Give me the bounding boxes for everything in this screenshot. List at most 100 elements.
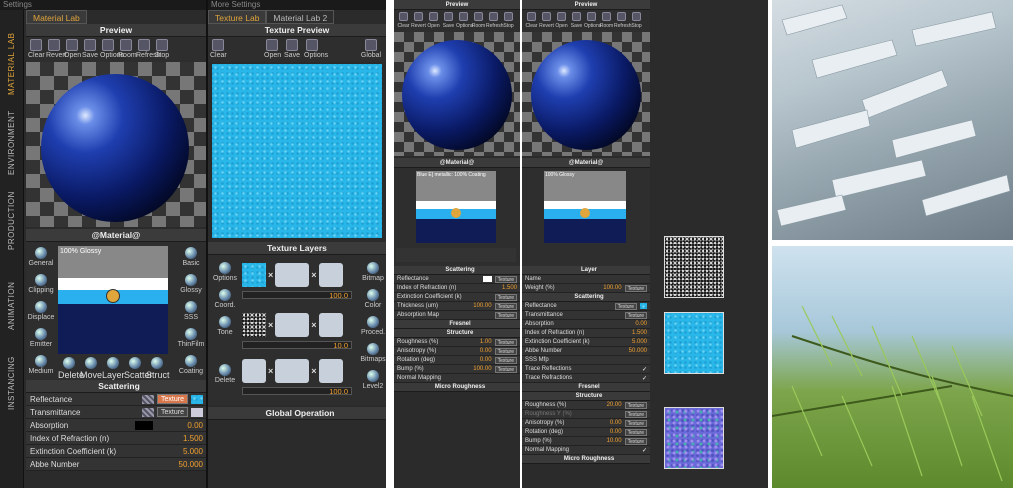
- refresh-button[interactable]: Refresh: [486, 12, 504, 30]
- structure-header[interactable]: Structure: [522, 392, 650, 401]
- options-button[interactable]: Options: [100, 39, 124, 60]
- texture-button[interactable]: Texture: [624, 311, 647, 319]
- texture-button[interactable]: Texture: [624, 419, 647, 427]
- trace-reflections-row[interactable]: Trace Reflections ✓: [522, 365, 650, 374]
- options-icon[interactable]: Options: [210, 262, 240, 288]
- tone-icon[interactable]: Tone: [210, 316, 240, 342]
- texture-button[interactable]: Texture: [494, 302, 517, 310]
- extinction-value[interactable]: 5.000: [156, 447, 206, 456]
- texture-button[interactable]: Texture: [614, 302, 637, 310]
- abbe-value[interactable]: 50.000: [620, 348, 650, 354]
- delete-icon[interactable]: Delete: [210, 364, 240, 390]
- open-button[interactable]: Open: [554, 12, 569, 30]
- clear-button[interactable]: Clear: [28, 39, 45, 60]
- texture-button[interactable]: Texture: [624, 284, 647, 292]
- texture-button[interactable]: Texture: [624, 428, 647, 436]
- vtab-instancing[interactable]: INSTANCING: [7, 356, 16, 410]
- micro-roughness-header[interactable]: Micro Roughness: [522, 455, 650, 464]
- texture-button[interactable]: Texture: [494, 311, 517, 319]
- scattering-header[interactable]: Scattering: [394, 266, 520, 275]
- layer3-op[interactable]: [275, 359, 310, 383]
- texture-button[interactable]: Texture: [494, 293, 517, 301]
- layer1-texture[interactable]: [242, 263, 266, 287]
- save-button[interactable]: Save: [569, 12, 584, 30]
- sss-icon[interactable]: SSS: [176, 301, 206, 327]
- global-button[interactable]: Global: [358, 39, 384, 60]
- vtab-animation[interactable]: ANIMATION: [7, 282, 16, 330]
- room-button[interactable]: Room: [471, 12, 486, 30]
- procedural-icon[interactable]: Proced.: [358, 316, 388, 342]
- coord-icon[interactable]: Coord.: [210, 289, 240, 315]
- micro-roughness-header[interactable]: Micro Roughness: [394, 383, 520, 392]
- global-operation-header[interactable]: Global Operation: [208, 407, 386, 420]
- trace-refractions-row[interactable]: Trace Refractions ✓: [522, 374, 650, 383]
- absorption-value[interactable]: 0.00: [620, 321, 650, 327]
- roughness-value[interactable]: 20.00: [595, 402, 625, 408]
- preview-viewport[interactable]: [394, 32, 520, 156]
- anisotropy-value[interactable]: 0.00: [595, 420, 625, 426]
- weight-value[interactable]: 100.00: [595, 285, 625, 291]
- texture-button[interactable]: Texture: [624, 410, 647, 418]
- bump-value[interactable]: 100.00: [465, 366, 495, 372]
- layer3-slider[interactable]: 100.0: [242, 387, 352, 396]
- texture-button[interactable]: Texture: [624, 401, 647, 409]
- scatter-icon[interactable]: Scatter: [124, 356, 153, 380]
- delete-icon[interactable]: Delete: [58, 356, 84, 380]
- texture-button[interactable]: Texture: [157, 407, 188, 417]
- revert-button[interactable]: Revert: [411, 12, 426, 30]
- glossy-icon[interactable]: Glossy: [176, 274, 206, 300]
- save-button[interactable]: Save: [82, 39, 98, 60]
- medium-icon[interactable]: Medium: [26, 355, 56, 381]
- layer-stack[interactable]: Blue E] metallic: 100% Coating: [416, 171, 496, 243]
- preview-viewport[interactable]: [522, 32, 650, 156]
- level2-icon[interactable]: Level2: [358, 370, 388, 396]
- options-button[interactable]: Options: [584, 12, 601, 30]
- clear-button[interactable]: Clear: [524, 12, 539, 30]
- general-icon[interactable]: General: [26, 247, 56, 273]
- open-button[interactable]: Open: [264, 39, 281, 60]
- move-icon[interactable]: Move: [80, 356, 102, 380]
- rotation-value[interactable]: 0.00: [595, 429, 625, 435]
- refresh-button[interactable]: Refresh: [136, 39, 161, 60]
- revert-button[interactable]: Revert: [46, 39, 67, 60]
- room-button[interactable]: Room: [599, 12, 614, 30]
- roughness-value[interactable]: 1.00: [465, 339, 495, 345]
- check-icon[interactable]: ✓: [642, 375, 650, 382]
- tab-material-lab-2[interactable]: Material Lab 2: [266, 10, 335, 24]
- texture-button[interactable]: Texture: [157, 394, 188, 404]
- revert-button[interactable]: Revert: [539, 12, 554, 30]
- clear-button[interactable]: Clear: [396, 12, 411, 30]
- absorption-value[interactable]: 0.00: [156, 421, 206, 430]
- check-icon[interactable]: ✓: [642, 447, 650, 454]
- stop-button[interactable]: Stop: [154, 39, 170, 60]
- layer2-slider[interactable]: 10.0: [242, 341, 352, 350]
- save-button[interactable]: Save: [284, 39, 300, 60]
- texture-button[interactable]: Texture: [494, 347, 517, 355]
- tab-material-lab[interactable]: Material Lab: [26, 10, 87, 24]
- ior-value[interactable]: 1.500: [490, 285, 520, 291]
- clear-button[interactable]: Clear: [210, 39, 227, 60]
- displace-icon[interactable]: Displace: [26, 301, 56, 327]
- bitmap-icon[interactable]: Bitmap: [358, 262, 388, 288]
- basic-icon[interactable]: Basic: [176, 247, 206, 273]
- layer1-slider[interactable]: 100.0: [242, 291, 352, 300]
- check-icon[interactable]: ✓: [642, 366, 650, 373]
- color-icon[interactable]: Color: [358, 289, 388, 315]
- layer1-op2[interactable]: [318, 263, 343, 287]
- extinction-value[interactable]: 5.000: [620, 339, 650, 345]
- emitter-icon[interactable]: Emitter: [26, 328, 56, 354]
- anisotropy-value[interactable]: 0.00: [465, 348, 495, 354]
- structure-header[interactable]: Structure: [394, 329, 520, 338]
- vtab-production[interactable]: PRODUCTION: [7, 191, 16, 250]
- scattering-header[interactable]: Scattering: [26, 380, 206, 393]
- stop-button[interactable]: Stop: [501, 12, 516, 30]
- fresnel-header[interactable]: Fresnel: [522, 383, 650, 392]
- layer3-texture[interactable]: [242, 359, 266, 383]
- vtab-material-lab[interactable]: MATERIAL LAB: [7, 33, 16, 95]
- bitmaps-icon[interactable]: Bitmaps: [358, 343, 388, 369]
- layer-header[interactable]: Layer: [522, 266, 650, 275]
- scattering-header[interactable]: Scattering: [522, 293, 650, 302]
- stop-button[interactable]: Stop: [629, 12, 644, 30]
- ior-value[interactable]: 1.500: [620, 330, 650, 336]
- layer2-texture[interactable]: [242, 313, 266, 337]
